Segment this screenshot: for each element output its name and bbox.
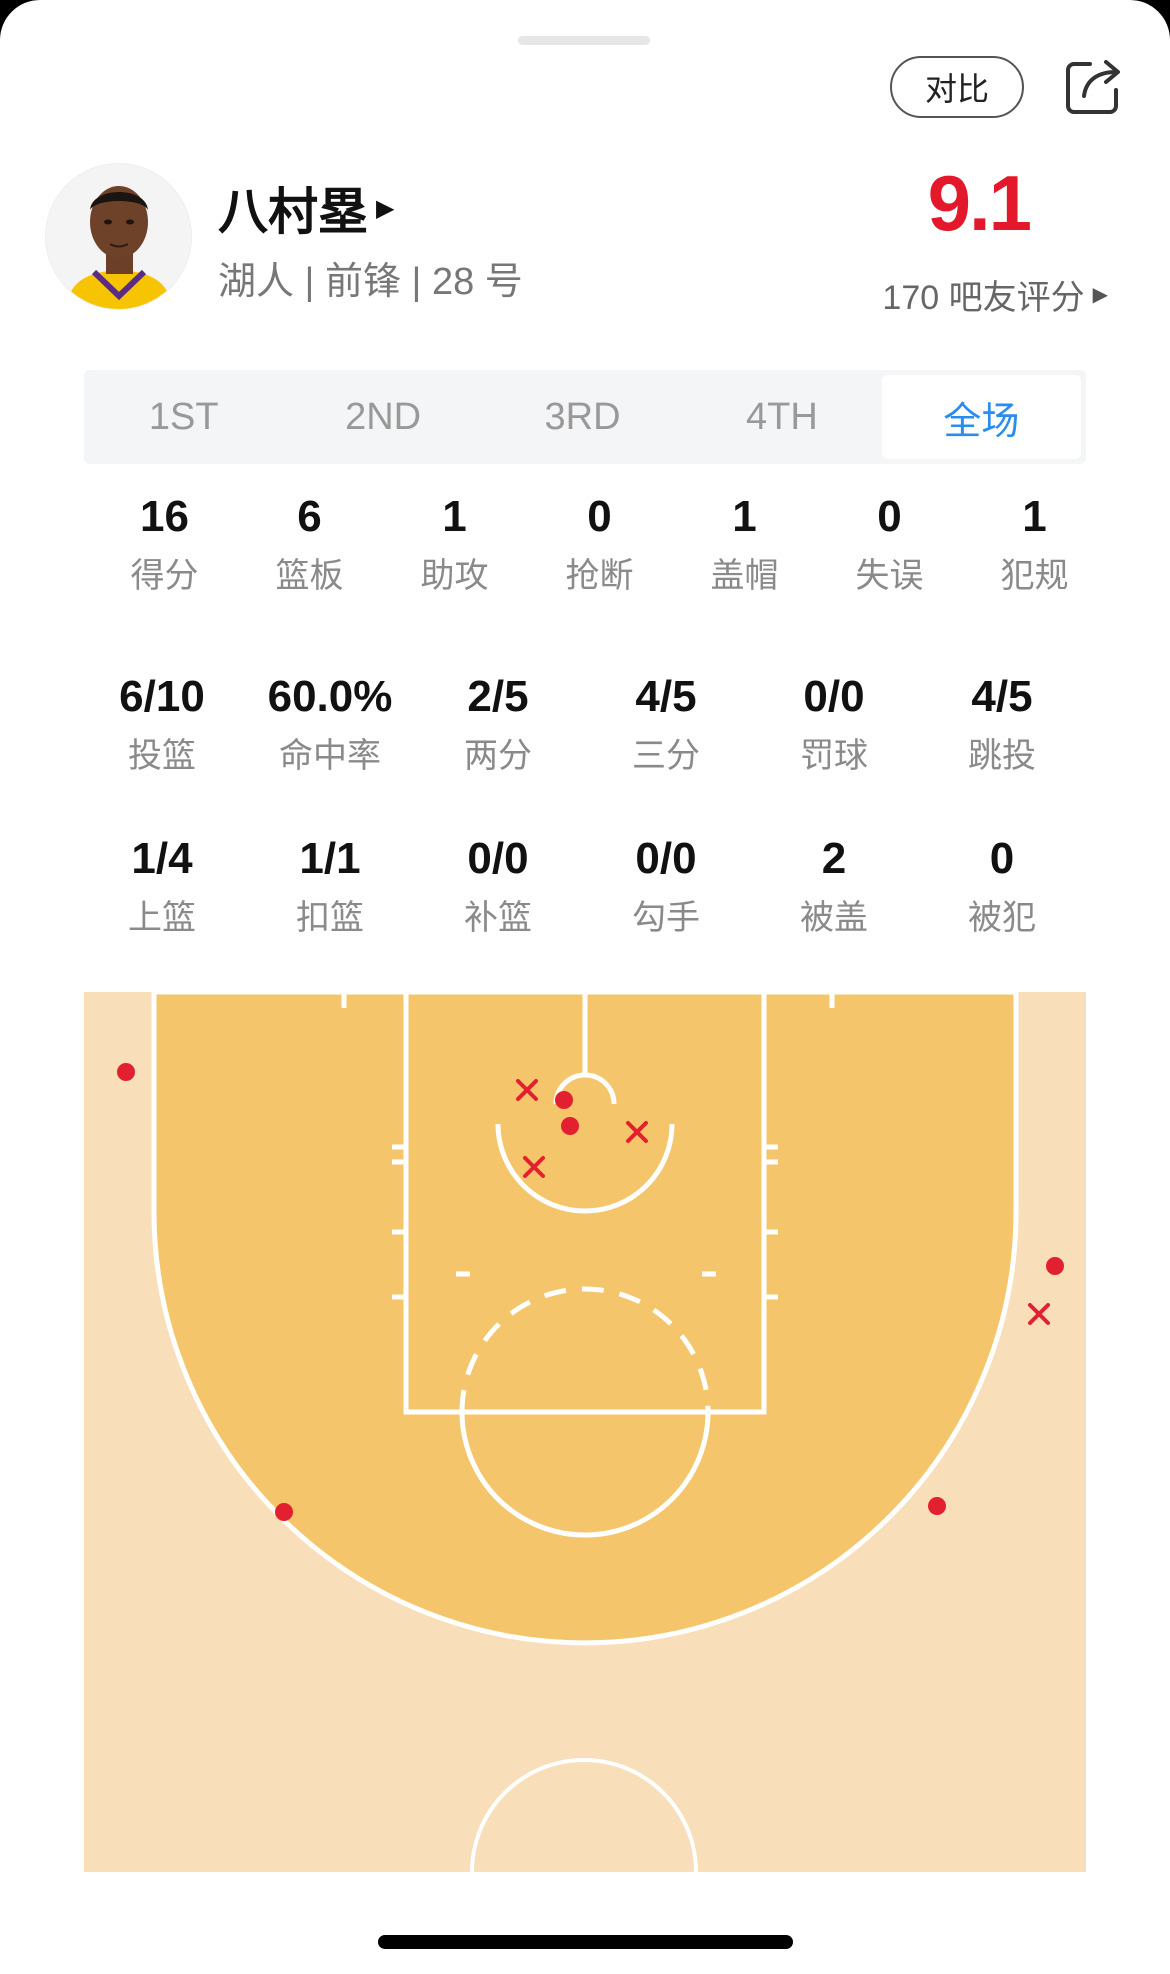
stat-label: 犯规 [1000,557,1069,595]
caret-right-icon: ▶ [376,194,395,222]
shot-chart [84,992,1086,1872]
stat-assists: 1 助攻 [382,492,527,597]
made-shot-marker [555,1091,573,1109]
rating-count-link[interactable]: 170 吧友评分 ▶ [882,270,1108,319]
stat-steals: 0 抢断 [527,492,672,597]
stat-label: 两分 [464,737,532,775]
player-name: 八村塁 [218,184,368,240]
stat-value: 2/5 [467,672,529,721]
stat-value: 0 [877,492,902,541]
stat-fouled: 0 被犯 [918,834,1086,939]
player-meta: 湖人 | 前锋 | 28 号 [218,261,523,303]
stat-value: 6 [297,492,322,541]
stat-three-pt: 4/5 三分 [582,672,750,777]
caret-right-icon: ▶ [1092,284,1108,306]
stat-label: 抢断 [565,557,634,595]
made-shot-marker [561,1117,579,1135]
sheet-grabber[interactable] [518,36,650,45]
stat-label: 盖帽 [710,557,779,595]
tab-4th[interactable]: 4TH [682,370,881,464]
stat-blocks: 1 盖帽 [672,492,817,597]
share-icon[interactable] [1062,56,1124,118]
stat-value: 1/4 [131,834,193,883]
rating-count-label: 170 吧友评分 [882,279,1085,317]
stat-label: 被盖 [800,899,868,937]
stat-label: 上篮 [128,899,196,937]
stat-label: 扣篮 [296,899,364,937]
stat-label: 投篮 [128,737,196,775]
stat-value: 0/0 [803,672,865,721]
stat-jump-shots: 4/5 跳投 [918,672,1086,777]
stat-label: 助攻 [420,557,489,595]
made-shot-marker [117,1063,135,1081]
player-name-link[interactable]: 八村塁 ▶ [218,172,394,244]
stat-value: 6/10 [119,672,205,721]
stat-value: 16 [140,492,189,541]
stat-label: 失误 [855,557,924,595]
stat-label: 得分 [130,557,199,595]
stat-value: 0 [989,834,1015,883]
stat-blocked: 2 被盖 [750,834,918,939]
stat-value: 60.0% [267,672,393,721]
stat-label: 罚球 [800,737,868,775]
stat-value: 4/5 [635,672,697,721]
stat-fg: 6/10 投篮 [78,672,246,777]
stat-putbacks: 0/0 补篮 [414,834,582,939]
made-shot-marker [1046,1257,1064,1275]
compare-button[interactable]: 对比 [890,56,1024,118]
made-shot-marker [275,1503,293,1521]
stat-two-pt: 2/5 两分 [414,672,582,777]
made-shot-marker [928,1497,946,1515]
stat-label: 勾手 [632,899,700,937]
stat-value: 0/0 [467,834,529,883]
stat-dunks: 1/1 扣篮 [246,834,414,939]
tab-2nd[interactable]: 2ND [283,370,482,464]
stat-value: 0 [587,492,612,541]
stat-free-throws: 0/0 罚球 [750,672,918,777]
stat-layups: 1/4 上篮 [78,834,246,939]
stat-turnovers: 0 失误 [817,492,962,597]
stat-fouls: 1 犯规 [962,492,1107,597]
basic-stats-row: 16 得分 6 篮板 1 助攻 0 抢断 1 盖帽 0 失误 1 犯规 [92,492,1107,597]
stat-rebounds: 6 篮板 [237,492,382,597]
stat-fg-pct: 60.0% 命中率 [246,672,414,777]
player-avatar [45,163,192,310]
stat-value: 1 [1022,492,1047,541]
stat-label: 篮板 [275,557,344,595]
tab-3rd[interactable]: 3RD [483,370,682,464]
stat-hook-shots: 0/0 勾手 [582,834,750,939]
stat-label: 三分 [632,737,700,775]
stat-value: 2 [821,834,847,883]
detail-stats-row: 1/4 上篮 1/1 扣篮 0/0 补篮 0/0 勾手 2 被盖 0 被犯 [78,834,1086,939]
tab-full-game[interactable]: 全场 [881,375,1082,459]
stat-points: 16 得分 [92,492,237,597]
stat-label: 跳投 [968,737,1036,775]
tab-1st[interactable]: 1ST [84,370,283,464]
stat-label: 补篮 [464,899,532,937]
period-tabs: 1ST 2ND 3RD 4TH 全场 [84,370,1086,464]
stat-value: 1/1 [299,834,361,883]
stat-label: 命中率 [279,737,381,775]
home-indicator[interactable] [378,1935,793,1949]
player-stats-sheet: 对比 八村塁 ▶ 湖人 | 前锋 | 28 号 9.1 170 吧友评分 ▶ 1… [0,0,1170,1974]
stat-value: 0/0 [635,834,697,883]
stat-value: 4/5 [971,672,1033,721]
player-rating: 9.1 [927,159,1032,247]
stat-label: 被犯 [968,899,1036,937]
stat-value: 1 [732,492,757,541]
stat-value: 1 [442,492,467,541]
shooting-stats-row: 6/10 投篮 60.0% 命中率 2/5 两分 4/5 三分 0/0 罚球 4… [78,672,1086,777]
